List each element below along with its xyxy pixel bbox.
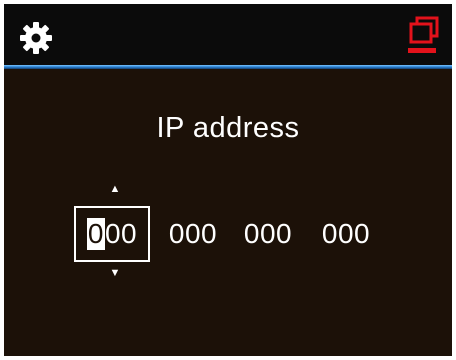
ip-octet-3-field[interactable]: 000: [230, 206, 306, 262]
window-stack-icon[interactable]: [408, 16, 440, 58]
octet-1-rest: 00: [104, 218, 138, 249]
cursor-digit: 0: [86, 218, 105, 250]
ip-octet-2-field[interactable]: 000: [155, 206, 231, 262]
decrement-arrow-icon[interactable]: ▼: [105, 268, 125, 279]
gear-icon[interactable]: [18, 20, 54, 56]
header-divider: [4, 65, 452, 69]
header-bar: [4, 4, 452, 65]
increment-arrow-icon[interactable]: ▲: [105, 184, 125, 195]
ip-octet-1-field[interactable]: 0 00: [74, 206, 150, 262]
ip-octet-4-field[interactable]: 000: [308, 206, 384, 262]
page-title: IP address: [156, 112, 300, 144]
device-screen: IP address ▲ 0 00 000 000 000 ▼: [4, 4, 452, 356]
